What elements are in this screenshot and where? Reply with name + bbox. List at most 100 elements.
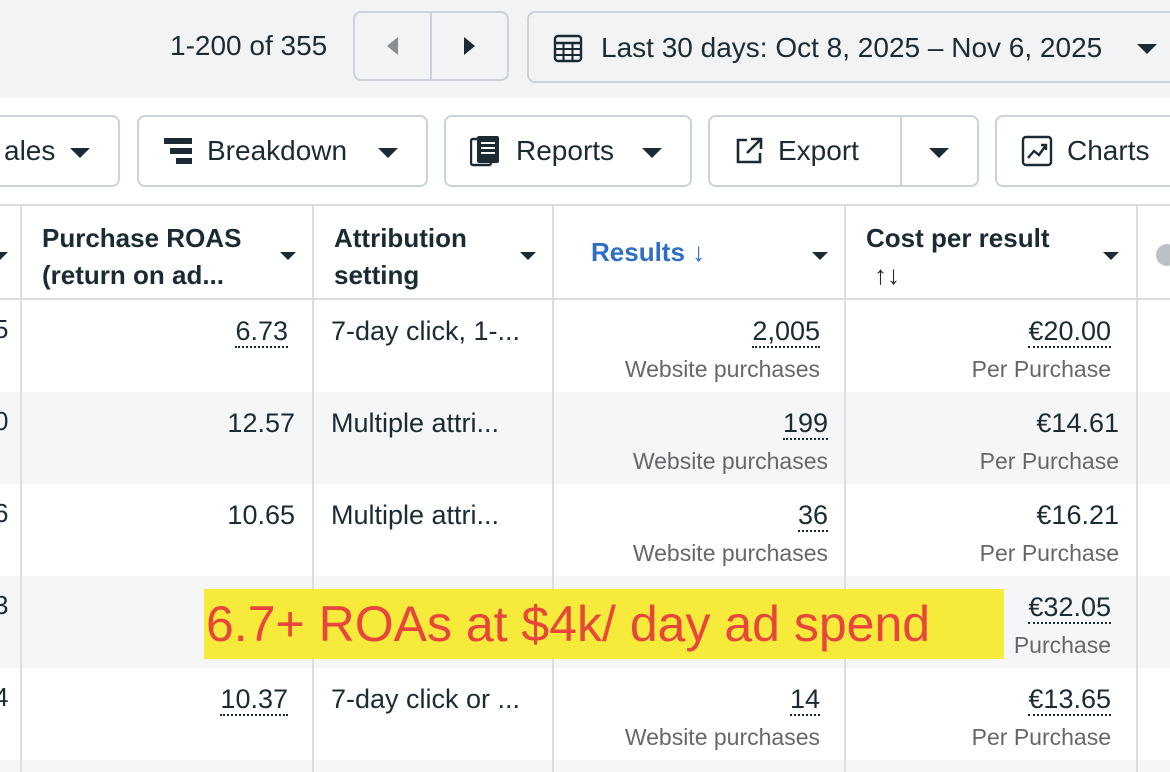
results-subtext: Website purchases: [624, 356, 820, 382]
cost-cell: €20.00: [1028, 316, 1111, 348]
table-row[interactable]: 5 6.73 7-day click, 1-... 2,005 Website …: [0, 300, 1170, 392]
date-range-picker[interactable]: Last 30 days: Oct 8, 2025 – Nov 6, 2025: [527, 11, 1170, 83]
top-bar: 1-200 of 355 Last 30 days: Oct 8, 2025 –…: [0, 0, 1170, 98]
attribution-cell: 7-day click or ...: [331, 684, 521, 714]
chevron-down-icon: [70, 148, 90, 158]
header-attribution-line2: setting: [334, 260, 420, 290]
chevron-left-icon: [387, 37, 398, 55]
chevron-down-icon: [1137, 44, 1157, 54]
sales-dropdown-button[interactable]: ales: [0, 115, 120, 187]
pagination-label: 1-200 of 355: [170, 30, 328, 61]
header-results: Results ↓: [591, 237, 706, 267]
cost-subtext: Per Purchase: [971, 356, 1111, 382]
column-divider: [1136, 204, 1138, 772]
export-label: Export: [778, 135, 859, 166]
column-divider: [312, 204, 314, 772]
chart-icon: [1021, 135, 1053, 167]
roas-cell: 10.37: [220, 684, 288, 716]
cost-value[interactable]: €13.65: [1028, 684, 1111, 716]
cost-cell: €32.05: [1028, 592, 1111, 624]
chevron-down-icon[interactable]: [0, 252, 8, 260]
add-column-icon[interactable]: [1156, 244, 1170, 266]
roas-value[interactable]: 6.73: [235, 316, 288, 348]
truncated-cell: 3: [0, 590, 9, 620]
chevron-down-icon[interactable]: [1103, 252, 1119, 260]
table-row[interactable]: 6 10.65 Multiple attri... 36 Website pur…: [0, 484, 1170, 576]
breakdown-label: Breakdown: [207, 135, 348, 166]
sales-label: ales: [4, 135, 56, 166]
cost-subtext: Purchase: [1013, 632, 1111, 658]
pager: [353, 11, 509, 81]
charts-label: Charts: [1067, 135, 1150, 166]
date-range-label: Last 30 days: Oct 8, 2025 – Nov 6, 2025: [601, 32, 1103, 63]
highlight-annotation: 6.7+ ROAs at $4k/ day ad spend: [204, 589, 1004, 659]
table-header: Purchase ROAS (return on ad... Attributi…: [0, 204, 1170, 300]
truncated-cell: 6: [0, 498, 9, 528]
roas-cell: 12.57: [227, 408, 295, 438]
header-attribution-line1: Attribution: [334, 223, 467, 253]
column-divider: [552, 204, 554, 772]
cost-subtext: Per Purchase: [979, 540, 1119, 566]
results-value[interactable]: 36: [797, 500, 828, 532]
attribution-cell: Multiple attri...: [331, 408, 500, 438]
chevron-down-icon[interactable]: [280, 252, 296, 260]
results-table: 5 6.73 7-day click, 1-... 2,005 Website …: [0, 204, 1170, 772]
results-subtext: Website purchases: [632, 448, 828, 474]
column-header-attribution-setting[interactable]: Attribution setting: [314, 206, 554, 302]
cost-cell: €14.61: [1036, 408, 1119, 438]
table-row[interactable]: [0, 760, 1170, 772]
breakdown-button[interactable]: Breakdown: [137, 115, 428, 187]
truncated-cell: 0: [0, 406, 9, 436]
results-value[interactable]: 2,005: [752, 316, 820, 348]
column-header-purchase-roas[interactable]: Purchase ROAS (return on ad...: [22, 206, 314, 302]
export-button[interactable]: Export: [708, 115, 979, 187]
column-divider: [844, 204, 846, 772]
results-cell: 2,005: [752, 316, 820, 348]
breakdown-icon: [163, 137, 193, 165]
reports-icon: [470, 135, 502, 167]
export-options-chevron-icon[interactable]: [929, 148, 949, 158]
cost-cell: €16.21: [1036, 500, 1119, 530]
table-row[interactable]: 4 10.37 7-day click or ... 14 Website pu…: [0, 668, 1170, 760]
chevron-right-icon: [464, 37, 475, 55]
truncated-cell: 4: [0, 682, 9, 712]
chevron-down-icon[interactable]: [812, 252, 828, 260]
chevron-down-icon[interactable]: [520, 252, 536, 260]
roas-cell: 6.73: [235, 316, 288, 348]
header-roas-line2: (return on ad...: [42, 260, 224, 290]
results-subtext: Website purchases: [624, 724, 820, 750]
truncated-cell: 5: [0, 314, 9, 344]
cost-value[interactable]: €20.00: [1028, 316, 1111, 348]
calendar-icon: [553, 33, 583, 68]
column-header-cost-per-result[interactable]: Cost per result ↑↓: [846, 206, 1138, 302]
reports-label: Reports: [516, 135, 615, 166]
cost-value[interactable]: €32.05: [1028, 592, 1111, 624]
results-cell: 199: [782, 408, 828, 440]
previous-page-button[interactable]: [355, 13, 430, 79]
reports-button[interactable]: Reports: [444, 115, 692, 187]
table-row[interactable]: 0 12.57 Multiple attri... 199 Website pu…: [0, 392, 1170, 484]
header-roas-line1: Purchase ROAS: [42, 223, 242, 253]
results-cell: 36: [797, 500, 828, 532]
results-value[interactable]: 14: [789, 684, 820, 716]
next-page-button[interactable]: [430, 13, 507, 79]
results-value[interactable]: 199: [782, 408, 828, 440]
chevron-down-icon: [378, 148, 398, 158]
roas-value[interactable]: 10.37: [220, 684, 288, 716]
attribution-cell: 7-day click, 1-...: [331, 316, 521, 346]
results-subtext: Website purchases: [632, 540, 828, 566]
cost-subtext: Per Purchase: [979, 448, 1119, 474]
column-divider: [20, 204, 22, 772]
sort-icon[interactable]: ↑↓: [874, 257, 900, 294]
roas-cell: 10.65: [227, 500, 295, 530]
cost-subtext: Per Purchase: [971, 724, 1111, 750]
header-cost-line1: Cost per result: [866, 223, 1050, 253]
results-cell: 14: [789, 684, 820, 716]
charts-button[interactable]: Charts: [995, 115, 1170, 187]
export-icon: [734, 136, 764, 166]
chevron-down-icon: [642, 148, 662, 158]
export-divider: [900, 117, 902, 185]
cost-cell: €13.65: [1028, 684, 1111, 716]
column-header-results[interactable]: Results ↓: [554, 206, 846, 302]
attribution-cell: Multiple attri...: [331, 500, 500, 530]
